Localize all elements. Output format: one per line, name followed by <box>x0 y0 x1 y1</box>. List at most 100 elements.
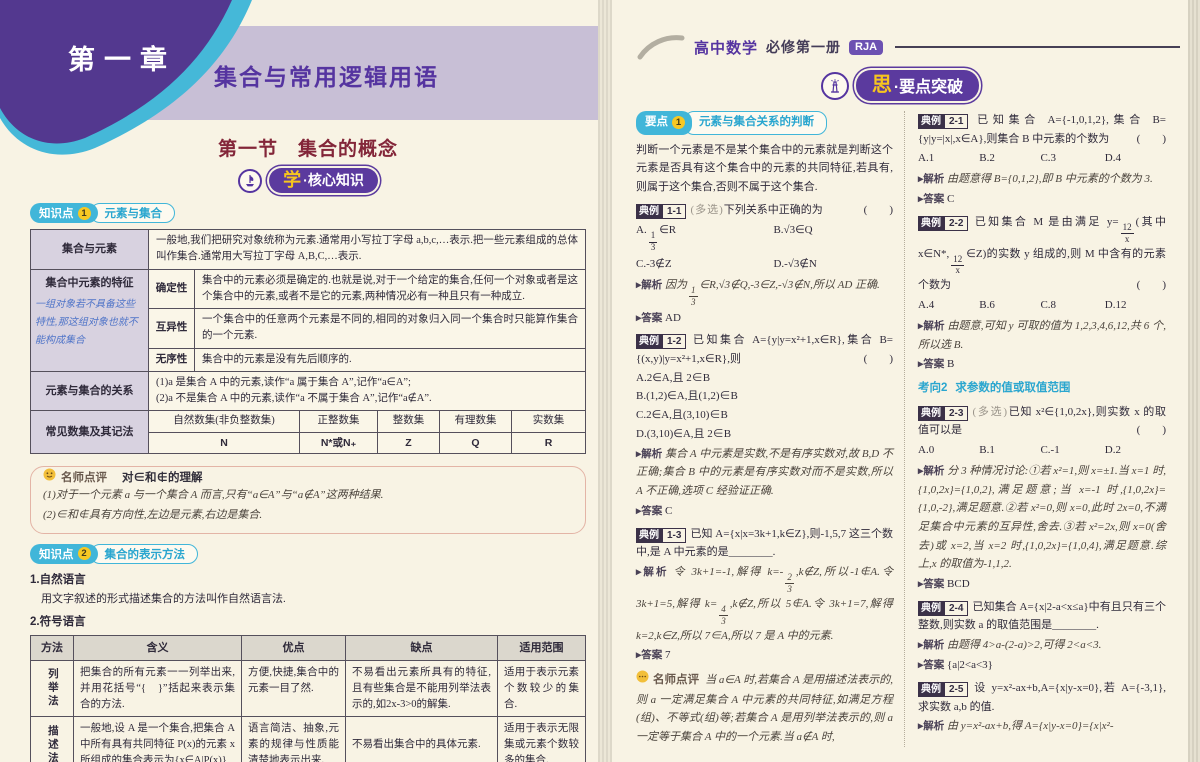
knowledge-point-1: 知识点 1 元素与集合 <box>30 203 586 223</box>
table-row: 常见数集及其记法 自然数集(非负整数集) 正整数集 整数集 有理数集 实数集 N… <box>31 410 585 453</box>
number-set-name: 自然数集(非负整数集) <box>173 415 275 427</box>
number-set-name: 有理数集 <box>439 411 511 432</box>
think-rest: ·要点突破 <box>893 79 964 96</box>
feature-key: 互异性 <box>149 308 195 348</box>
option-a: A. 1 3 ∈R <box>636 221 773 253</box>
answer-label: ▸答案 <box>918 358 945 371</box>
feature-value: 集合中的元素必须是确定的.也就是说,对于一个给定的集合,任何一个对象或者是这个集… <box>202 274 578 302</box>
number-set-symbol: R <box>511 431 585 453</box>
method-pro: 方便,快捷,集合中的元素一目了然. <box>241 661 345 717</box>
option-c: C.2∈A,且(3,10)∈B <box>636 409 728 422</box>
analysis-text: 集合 A 中元素是实数,不是有序实数对,故 B,D 不正确;集合 B 中的元素是… <box>636 447 894 498</box>
question: 典例 2-5 设 y=x²-ax+b,A={x|y-x=0},若 A={-3,1},… <box>918 679 1166 716</box>
book-spine <box>598 0 612 762</box>
text-segment: 因为 <box>665 278 688 291</box>
analysis-label: ▸解析 <box>918 464 945 477</box>
example-badge-label: 典例 <box>918 215 944 231</box>
kp-label: 知识点 <box>39 208 74 220</box>
symbol-language-heading: 2.符号语言 <box>30 615 86 628</box>
example-2-5: 典例 2-5 设 y=x²-ax+b,A={x|y-x=0},若 A={-3,1},… <box>918 679 1166 736</box>
analysis: ▸解析 由题得 4>a-(2-a)>2,可得 2<a<3. <box>918 636 1166 655</box>
option-c: C.3 <box>1040 152 1057 165</box>
answer: ▸答案 7 <box>636 646 893 665</box>
learn-core-knowledge-badge: 学 ·核心知识 <box>30 168 586 193</box>
option-b: B.6 <box>979 299 995 311</box>
example-badge: 典例 1-3 <box>636 527 687 543</box>
think-pill: 思 ·要点突破 <box>855 70 980 101</box>
fraction-numerator: 1 <box>648 230 658 243</box>
option-b: B.1 <box>979 443 995 456</box>
question: 典例 2-3 (多选)已知 x²∈{1,0,2x},则实数 x 的取值可以是( ) <box>918 403 1166 440</box>
table-row: 集合中元素的特征 一组对象若不具备这些特性,那这组对象也就不能构成集合 确定性 … <box>31 268 585 371</box>
fraction: 13 <box>689 285 698 308</box>
option-b: B.2 <box>979 152 995 165</box>
learn-icon <box>238 168 263 193</box>
feature-key: 无序性 <box>149 347 195 371</box>
elements-and-sets-table: 集合与元素 一般地,我们把研究对象统称为元素.通常用小写拉丁字母 a,b,c,…… <box>30 229 586 454</box>
example-badge-number: 1-1 <box>662 203 687 219</box>
answer-paren: ( ) <box>863 203 893 216</box>
method-con: 不易看出元素所具有的特征,且有些集合是不能用列举法表示的,如2x-3>0的解集. <box>345 661 497 717</box>
question-text: 已知集合 M 是由满足 y= <box>972 215 1119 228</box>
example-1-3: 典例 1-3 已知 A={x|x=3k+1,k∈Z},则-1,5,7 这三个数中,是… <box>636 525 893 665</box>
text-segment: ∈R,√3∉Q,-3∈Z,-√3∉N,所以 AD 正确. <box>699 278 880 291</box>
teacher-note-2: 名师点评当 a∈A 时,若集合 A 是用描述法表示的,则 a 一定满足集合 A … <box>636 670 893 747</box>
example-badge-number: 1-3 <box>662 527 687 543</box>
knowledge-point-2-badge: 知识点 2 <box>30 543 98 564</box>
answer: ▸答案 B <box>918 355 1166 374</box>
method-scope: 适用于表示无限集或元素个数较多的集合. <box>497 717 585 762</box>
question: 典例 1-1 (多选)下列关系中正确的为 ( ) <box>636 201 893 220</box>
example-badge-number: 2-2 <box>944 215 969 231</box>
method-vertical-text: 列举法 <box>46 668 58 709</box>
fraction-denominator: 3 <box>787 583 792 594</box>
natural-language-text: 用文字叙述的形式描述集合的方法叫作自然语言法. <box>41 592 286 605</box>
teacher-icon <box>43 468 56 486</box>
option-d: D.-√3∉N <box>773 258 817 271</box>
answer-value: B <box>947 358 955 371</box>
number-set-symbol: Q <box>439 431 511 453</box>
relation-line-1: (1)a 是集合 A 中的元素,读作“a 属于集合 A”,记作“a∈A”; <box>156 376 411 388</box>
answer-value: C <box>947 192 955 205</box>
representation-methods-table: 方法 含义 优点 缺点 适用范围 列举法 把集合的所有元素一一列举出来,并用花括… <box>30 634 586 762</box>
handwritten-note: 一组对象若不具备这些特性,那这组对象也就不能构成集合 <box>35 298 138 346</box>
analysis: ▸解析 集合 A 中元素是实数,不是有序实数对,故 B,D 不正确;集合 B 中… <box>636 445 893 501</box>
option-c: C.-1 <box>1040 443 1060 456</box>
answer-value: C <box>665 504 673 517</box>
analysis-label: ▸解析 <box>918 319 945 332</box>
options: A.4 B.6 C.8 D.12 <box>918 295 1166 316</box>
answer-paren: ( ) <box>863 353 893 366</box>
answer: ▸答案 {a|2<a<3} <box>918 656 1166 675</box>
question: 典例 2-1 已知集合 A={-1,0,1,2},集合 B={y|y=|x|,x∈A… <box>918 111 1166 148</box>
option-a: A.1 <box>918 152 935 165</box>
example-badge: 典例 2-4 <box>918 600 969 616</box>
method-scope: 适用于表示元素个数较少的集合. <box>497 661 585 717</box>
page-header: 高中数学 必修第一册 RJA <box>612 0 1188 60</box>
fraction-numerator: 4 <box>719 604 728 617</box>
col-header: 适用范围 <box>497 635 585 661</box>
col-header: 含义 <box>73 635 241 661</box>
question: 典例 2-2 已知集合 M 是由满足 y= 12 x (其中 x∈N*, 12 x ∈Z)的实数… <box>918 213 1166 295</box>
method-meaning: 一般地,设 A 是一个集合,把集合 A 中所有具有共同特征 P(x)的元素 x … <box>73 717 241 762</box>
edition-badge: RJA <box>849 39 884 55</box>
option-a: A.4 <box>918 299 935 311</box>
teacher-note-box: 名师点评 对∈和∉的理解 (1)对于一个元素 a 与一个集合 A 而言,只有“a… <box>30 465 586 534</box>
analysis-label: ▸解析 <box>918 720 945 733</box>
relation-line-2: (2)a 不是集合 A 中的元素,读作“a 不属于集合 A”,记作“a∉A”. <box>156 393 432 405</box>
example-badge: 典例 1-2 <box>636 334 687 350</box>
answer: ▸答案 C <box>636 502 893 521</box>
col-header: 方法 <box>41 641 63 654</box>
option-rest: ∈R <box>659 224 677 237</box>
analysis-label: ▸解析 <box>918 173 945 186</box>
multi-choice-tag: (多选) <box>690 203 724 216</box>
kp-label: 要点 <box>645 116 668 128</box>
example-badge: 典例 2-1 <box>918 114 969 129</box>
analysis: ▸解析 由 y=x²-ax+b,得 A={x|y-x=0}={x|x²- <box>918 717 1166 736</box>
answer: ▸答案 C <box>918 190 1166 209</box>
answer-label: ▸答案 <box>918 659 945 672</box>
example-badge-label: 典例 <box>636 334 662 350</box>
example-badge-label: 典例 <box>918 405 944 421</box>
key-point-1-badge: 要点 1 <box>636 111 692 135</box>
answer-value: AD <box>665 311 681 324</box>
row-text: 一般地,我们把研究对象统称为元素.通常用小写拉丁字母 a,b,c,…表示.把一些… <box>156 235 578 263</box>
text-segment: 令 3k+1=-1,解得 k=- <box>673 565 784 578</box>
